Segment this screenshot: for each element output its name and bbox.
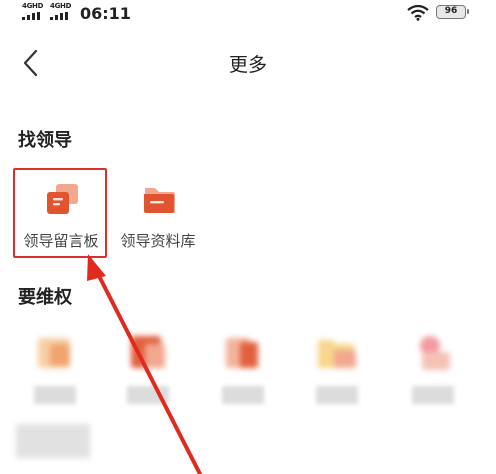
highlight-box [13,168,107,258]
rights-item[interactable] [113,318,183,408]
blurred-item [16,424,90,458]
rights-item[interactable] [302,318,372,408]
blurred-label [34,386,76,404]
folder-icon [144,188,175,213]
leader-database-label: 领导资料库 [120,232,196,250]
blurred-app-icon [131,336,165,368]
section-title-rights: 要维权 [18,287,72,308]
rights-item[interactable] [20,318,90,408]
network-type: 4GHD [50,2,72,10]
signal-icon: 4GHD [50,2,72,20]
leader-database-item[interactable]: 领导资料库 [110,168,206,264]
status-bar: 4GHD 4GHD 06:11 96 [0,0,496,28]
blurred-label [127,386,169,404]
wifi-icon [407,5,429,21]
rights-item[interactable] [208,318,278,408]
blurred-app-icon [420,336,450,370]
blurred-label [222,386,264,404]
page-title: 更多 [228,54,267,76]
clock: 06:11 [80,4,131,23]
blurred-label [412,386,454,404]
signal-icon: 4GHD [22,2,44,20]
rights-item[interactable] [398,318,468,408]
blurred-app-icon [226,338,258,368]
section-title-find-leader: 找领导 [18,130,72,151]
blurred-app-icon [318,340,356,368]
network-type: 4GHD [22,2,44,10]
blurred-app-icon [38,338,70,368]
battery-indicator: 96 [436,5,469,19]
blurred-label [316,386,358,404]
